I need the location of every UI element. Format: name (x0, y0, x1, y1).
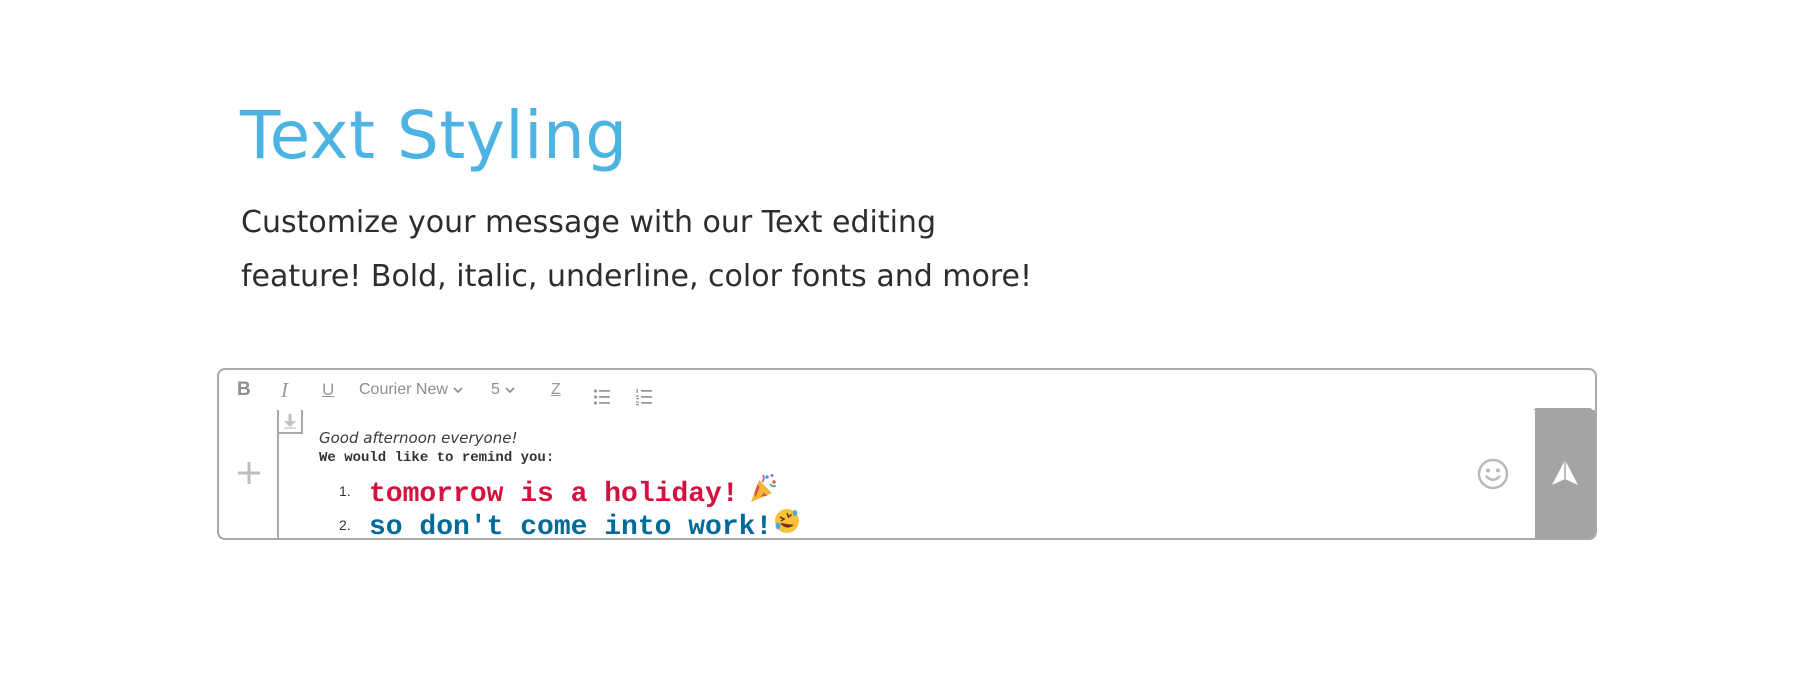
smiley-icon[interactable] (1477, 458, 1509, 490)
editor-body: Good afternoon everyone! We would like t… (217, 410, 1597, 543)
page-description: Customize your message with our Text edi… (241, 196, 1141, 304)
list-item-text: so don't come into work! (369, 511, 773, 543)
list-item-number: 1. (339, 483, 351, 499)
chevron-down-icon (505, 370, 515, 410)
list-item: 2. so don't come into work! (319, 506, 1419, 543)
collapse-toolbar-button[interactable] (279, 410, 303, 434)
font-size-select[interactable]: 5 (491, 370, 515, 410)
send-button[interactable] (1535, 410, 1595, 538)
message-content[interactable]: Good afternoon everyone! We would like t… (319, 428, 1419, 543)
remind-line: We would like to remind you: (319, 450, 555, 466)
message-editor: B I U Courier New 5 Z Good afternoon eve… (217, 368, 1597, 543)
bullet-list-icon[interactable] (593, 381, 611, 405)
list-item: 1. tomorrow is a holiday! (319, 472, 1419, 510)
attachment-column (219, 410, 279, 538)
font-family-value: Courier New (359, 381, 448, 399)
font-family-select[interactable]: Courier New (359, 370, 463, 410)
numbered-list: 1. tomorrow is a holiday! 2. so don't com (319, 472, 1419, 543)
italic-button[interactable]: I (281, 370, 288, 410)
numbered-list-icon[interactable] (635, 381, 653, 406)
clear-format-button[interactable]: Z (551, 370, 561, 410)
font-size-value: 5 (491, 381, 500, 399)
arrow-down-icon (284, 414, 296, 429)
chevron-down-icon (453, 370, 463, 410)
plus-icon[interactable] (236, 460, 262, 486)
description-line-1: Customize your message with our Text edi… (241, 205, 936, 240)
description-line-2: feature! Bold, italic, underline, color … (241, 259, 1033, 294)
underline-button[interactable]: U (322, 370, 334, 410)
formatting-toolbar: B I U Courier New 5 Z (217, 368, 1597, 410)
send-icon (1552, 460, 1578, 485)
bold-button[interactable]: B (237, 370, 251, 410)
list-item-number: 2. (339, 517, 351, 533)
page-title: Text Styling (240, 97, 628, 174)
greeting-line: Good afternoon everyone! (319, 429, 518, 447)
rolling-laughing-icon (772, 506, 802, 547)
